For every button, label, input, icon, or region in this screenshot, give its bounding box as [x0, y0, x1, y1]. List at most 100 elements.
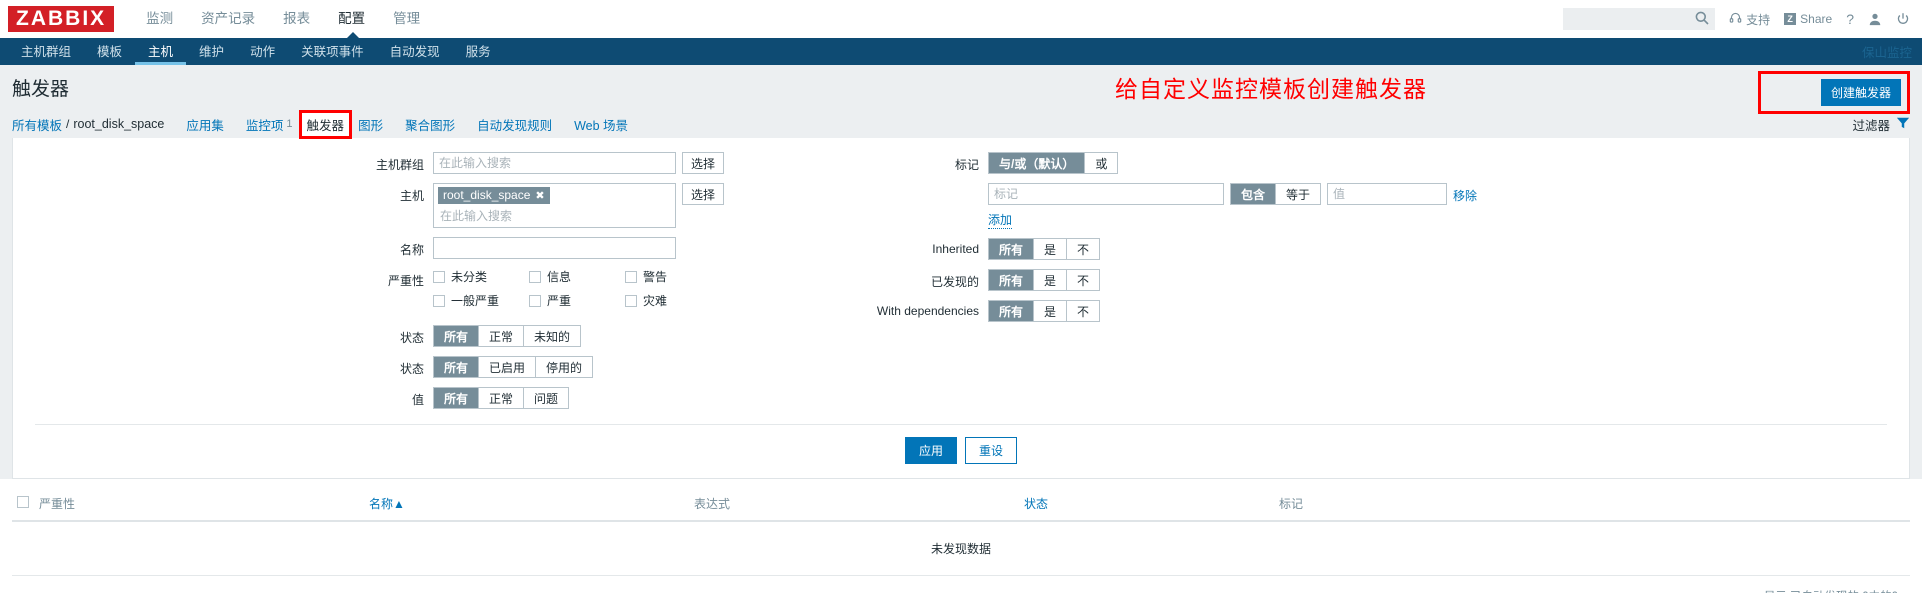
share-link[interactable]: Z Share — [1784, 12, 1832, 26]
mainnav-item-configuration[interactable]: 配置 — [324, 0, 379, 39]
checkbox-square[interactable] — [529, 270, 541, 283]
host-group-input[interactable] — [433, 152, 676, 174]
severity-label-0: 未分类 — [451, 270, 488, 284]
zabbix-logo[interactable]: ZABBIX — [8, 6, 115, 32]
inherited-option-all[interactable]: 所有 — [989, 239, 1035, 259]
checkbox-square[interactable] — [529, 294, 541, 307]
checkbox-square[interactable] — [625, 270, 637, 283]
severity-checkbox-not-classified[interactable]: 未分类 — [433, 268, 529, 285]
subnav-item-services[interactable]: 服务 — [453, 38, 504, 65]
state-option-normal[interactable]: 正常 — [479, 326, 525, 346]
breadcrumb: 所有模板 / root_disk_space 应用集 监控项 1 触发器 图形 … — [0, 109, 1922, 139]
value-option-ok[interactable]: 正常 — [479, 388, 525, 408]
subnav-item-correlation[interactable]: 关联项事件 — [288, 38, 377, 65]
support-link[interactable]: 支持 — [1729, 11, 1770, 28]
host-multiselect[interactable]: root_disk_space ✖ 在此输入搜索 — [433, 183, 676, 228]
apply-button[interactable]: 应用 — [904, 437, 957, 464]
create-trigger-button[interactable]: 创建触发器 — [1820, 79, 1901, 106]
discovered-option-no[interactable]: 不 — [1067, 270, 1100, 290]
power-icon[interactable] — [1896, 12, 1910, 26]
help-icon[interactable]: ? — [1846, 11, 1854, 27]
reset-button[interactable]: 重设 — [965, 437, 1018, 464]
breadcrumb-tab-applications[interactable]: 应用集 — [186, 115, 224, 134]
severity-checkbox-disaster[interactable]: 灾难 — [625, 292, 721, 309]
checkbox-square[interactable] — [433, 270, 445, 283]
tag-remove-link[interactable]: 移除 — [1453, 183, 1477, 204]
search-input[interactable] — [1563, 8, 1716, 30]
mainnav-item-monitoring[interactable]: 监测 — [132, 0, 187, 38]
mainnav-item-inventory[interactable]: 资产记录 — [187, 0, 269, 38]
subnav-item-discovery[interactable]: 自动发现 — [377, 38, 453, 65]
discovered-option-all[interactable]: 所有 — [989, 270, 1035, 290]
status-option-all[interactable]: 所有 — [434, 357, 480, 377]
subnav-item-maintenance[interactable]: 维护 — [186, 38, 237, 65]
tag-operator-equals[interactable]: 等于 — [1276, 184, 1321, 204]
state-option-all[interactable]: 所有 — [434, 326, 480, 346]
severity-checkbox-information[interactable]: 信息 — [529, 268, 625, 285]
filter-tab[interactable]: 过滤器 — [1852, 115, 1910, 134]
top-header-bar: ZABBIX 监测 资产记录 报表 配置 管理 支持 Z Share ? — [0, 0, 1922, 39]
tags-evaltype-segmented-control: 与/或（默认） 或 — [988, 152, 1119, 174]
severity-checkbox-average[interactable]: 一般严重 — [433, 292, 529, 309]
breadcrumb-tab-triggers[interactable]: 触发器 — [307, 119, 345, 133]
breadcrumb-tab-web-scenarios[interactable]: Web 场景 — [574, 115, 628, 134]
subnav-item-actions[interactable]: 动作 — [237, 38, 288, 65]
status-option-enabled[interactable]: 已启用 — [479, 357, 537, 377]
column-status[interactable]: 状态 — [1019, 487, 1274, 522]
dependencies-option-yes[interactable]: 是 — [1034, 301, 1068, 321]
filter-row-tag-entry: 包含 等于 移除 添加 — [758, 183, 1909, 229]
dependencies-option-no[interactable]: 不 — [1067, 301, 1100, 321]
table-footer-summary: 显示 已自动发现的 0中的0 — [12, 576, 1910, 593]
name-input[interactable] — [433, 237, 676, 259]
select-all-header — [12, 487, 34, 522]
header-right-tools: 支持 Z Share ? — [1563, 8, 1912, 30]
host-select-button[interactable]: 选择 — [682, 183, 725, 205]
tags-evaltype-or[interactable]: 或 — [1085, 153, 1118, 173]
inherited-option-no[interactable]: 不 — [1067, 239, 1100, 259]
discovered-option-yes[interactable]: 是 — [1034, 270, 1068, 290]
tag-name-input[interactable] — [988, 183, 1224, 205]
inherited-option-yes[interactable]: 是 — [1034, 239, 1068, 259]
tag-value-input[interactable] — [1327, 183, 1448, 205]
mainnav-item-reports[interactable]: 报表 — [269, 0, 324, 38]
severity-checkbox-high[interactable]: 严重 — [529, 292, 625, 309]
tag-add-link[interactable]: 添加 — [988, 211, 1013, 229]
filter-row-inherited: Inherited 所有 是 不 — [758, 238, 1909, 260]
subnav-item-hosts[interactable]: 主机 — [135, 38, 187, 65]
host-group-select-button[interactable]: 选择 — [682, 152, 725, 174]
checkbox-square[interactable] — [625, 294, 637, 307]
breadcrumb-tab-items[interactable]: 监控项 — [246, 115, 284, 134]
mainnav-item-administration[interactable]: 管理 — [379, 0, 434, 38]
subnav-item-host-groups[interactable]: 主机群组 — [8, 38, 84, 65]
dependencies-option-all[interactable]: 所有 — [989, 301, 1035, 321]
support-label: 支持 — [1746, 12, 1771, 27]
column-tags: 标记 — [1274, 487, 1910, 522]
search-icon[interactable] — [1694, 10, 1712, 28]
breadcrumb-all-templates[interactable]: 所有模板 — [12, 115, 62, 134]
select-all-checkbox[interactable] — [17, 496, 29, 508]
state-option-unknown[interactable]: 未知的 — [524, 326, 581, 346]
host-chip[interactable]: root_disk_space ✖ — [438, 187, 550, 204]
severity-label-4: 严重 — [547, 294, 572, 308]
filter-row-severity: 严重性 未分类 信息 警告 一般严重 严重 灾难 — [13, 268, 758, 316]
filter-left-column: 主机群组 选择 主机 root_disk_space ✖ — [13, 152, 758, 418]
breadcrumb-tab-discovery-rules[interactable]: 自动发现规则 — [477, 115, 552, 134]
subnav-item-templates[interactable]: 模板 — [84, 38, 135, 65]
status-option-disabled[interactable]: 停用的 — [536, 357, 593, 377]
inherited-label: Inherited — [932, 242, 979, 256]
close-icon[interactable]: ✖ — [535, 189, 544, 202]
severity-checkbox-warning[interactable]: 警告 — [625, 268, 721, 285]
table-header: 严重性 名称▲ 表达式 状态 标记 — [12, 487, 1910, 522]
breadcrumb-separator: / — [66, 117, 70, 131]
value-option-all[interactable]: 所有 — [434, 388, 480, 408]
column-name[interactable]: 名称▲ — [364, 487, 689, 522]
checkbox-square[interactable] — [433, 294, 445, 307]
value-option-problem[interactable]: 问题 — [524, 388, 569, 408]
breadcrumb-tab-screens[interactable]: 聚合图形 — [405, 115, 455, 134]
column-severity: 严重性 — [34, 487, 364, 522]
breadcrumb-tab-graphs[interactable]: 图形 — [358, 115, 383, 134]
tag-operator-contains[interactable]: 包含 — [1231, 184, 1277, 204]
share-label: Share — [1800, 12, 1833, 26]
user-icon[interactable] — [1868, 12, 1882, 26]
tags-evaltype-and-or[interactable]: 与/或（默认） — [989, 153, 1086, 173]
